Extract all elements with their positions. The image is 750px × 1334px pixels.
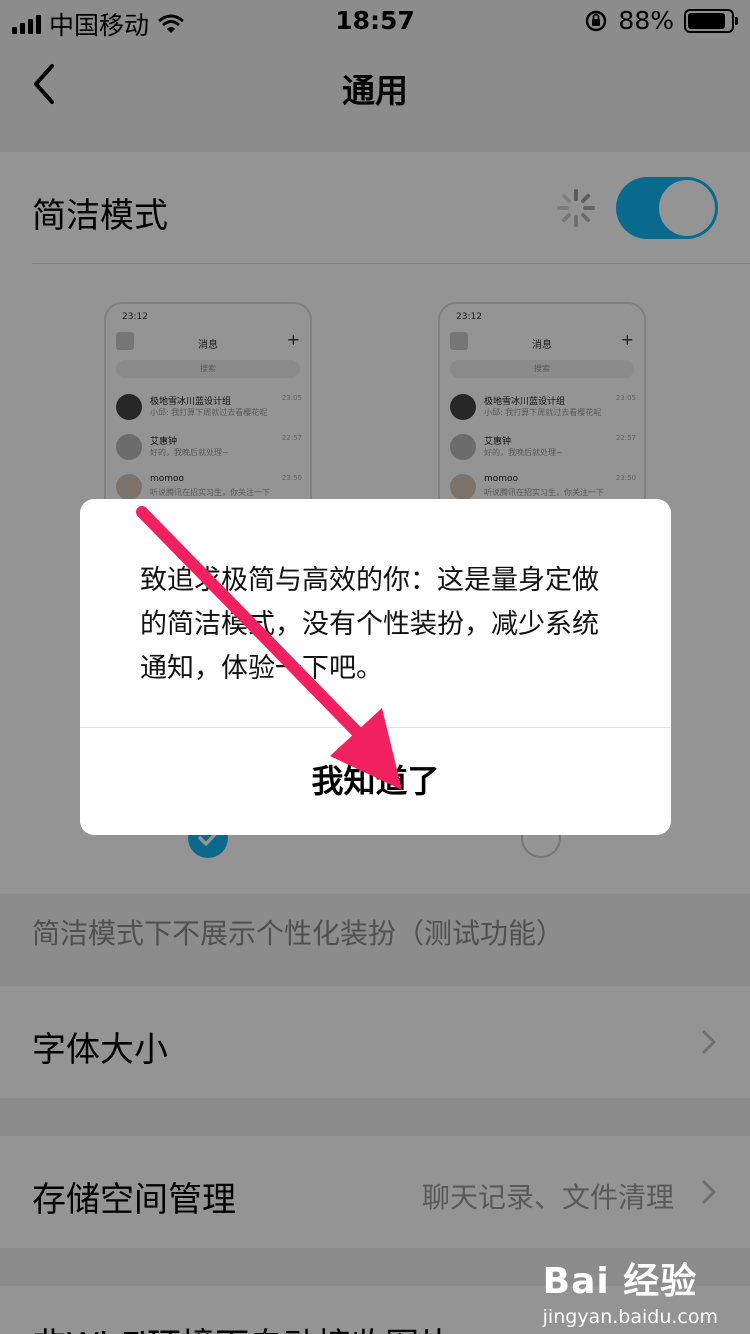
watermark: Bai 经验 jingyan.baidu.com [543,1252,718,1328]
got-it-button[interactable]: 我知道了 [80,728,671,835]
watermark-url: jingyan.baidu.com [542,1306,718,1328]
watermark-logo-text: Bai 经验 [542,1261,698,1302]
dialog-message: 致追求极简与高效的你：这是量身定做的简洁模式，没有个性装扮，减少系统通知，体验一… [140,565,599,684]
watermark-logo: Bai 经验 [543,1252,718,1304]
settings-screen: 中国移动 18:57 88% 通用 简洁模式 23:12 消息 + 搜索 极地雪… [0,0,750,1334]
simple-mode-dialog: 致追求极简与高效的你：这是量身定做的简洁模式，没有个性装扮，减少系统通知，体验一… [80,499,671,835]
